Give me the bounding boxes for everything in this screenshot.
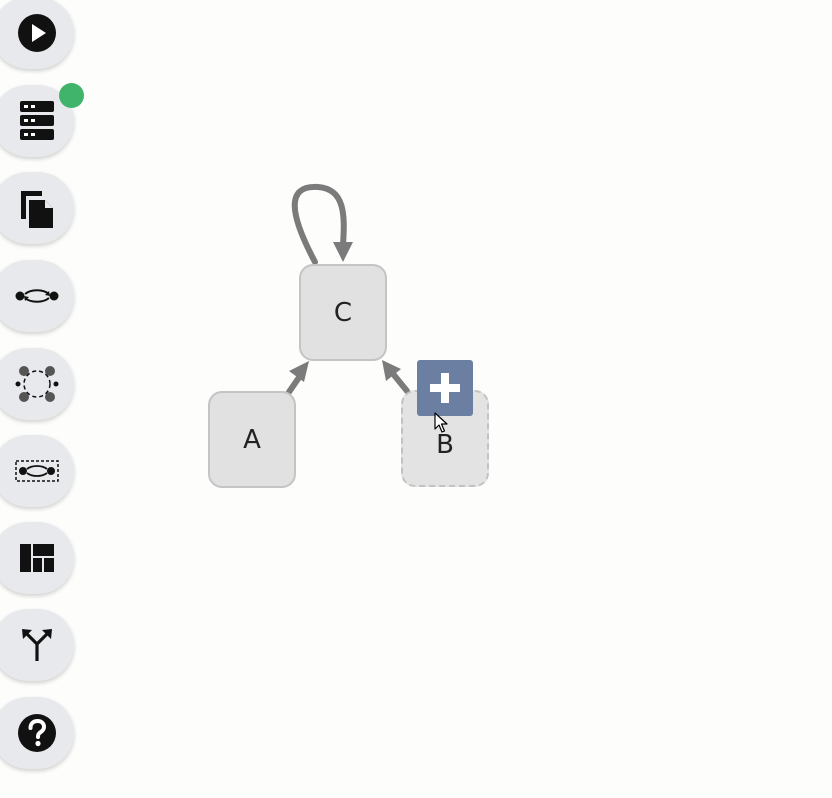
merge-split-icon — [15, 623, 59, 667]
merge-split-button[interactable] — [0, 609, 74, 681]
node-c-label: C — [333, 297, 353, 328]
edge-c-c[interactable] — [291, 183, 347, 265]
edge-b-c[interactable] — [391, 372, 410, 394]
cycle-layout-button[interactable] — [0, 348, 74, 420]
plus-icon — [430, 373, 460, 403]
connection-status-dot — [59, 83, 84, 108]
node-c[interactable]: C — [299, 264, 387, 361]
graph-canvas[interactable]: C A B — [0, 0, 832, 798]
add-node-button[interactable] — [417, 360, 473, 416]
help-button[interactable] — [0, 697, 74, 769]
copy-button[interactable] — [0, 172, 74, 244]
edge-c-c-arrowhead — [333, 242, 353, 262]
selection-edge-button[interactable] — [0, 435, 74, 507]
node-a[interactable]: A — [208, 391, 296, 488]
play-icon — [15, 11, 59, 55]
run-button[interactable] — [0, 0, 74, 69]
server-stack-icon — [15, 99, 59, 143]
edge-a-c[interactable] — [286, 373, 303, 395]
edge-mode-button[interactable] — [0, 260, 74, 332]
app-root: C A B — [0, 0, 832, 798]
node-a-label: A — [243, 424, 261, 455]
mouse-cursor-icon — [434, 412, 448, 433]
edge-connect-icon — [15, 274, 59, 318]
copy-files-icon — [15, 186, 59, 230]
selection-edge-icon — [15, 449, 59, 493]
cycle-graph-icon — [15, 362, 59, 406]
node-b-label: B — [436, 429, 454, 460]
dashboard-layout-button[interactable] — [0, 522, 74, 594]
dashboard-grid-icon — [15, 536, 59, 580]
help-icon — [15, 711, 59, 755]
